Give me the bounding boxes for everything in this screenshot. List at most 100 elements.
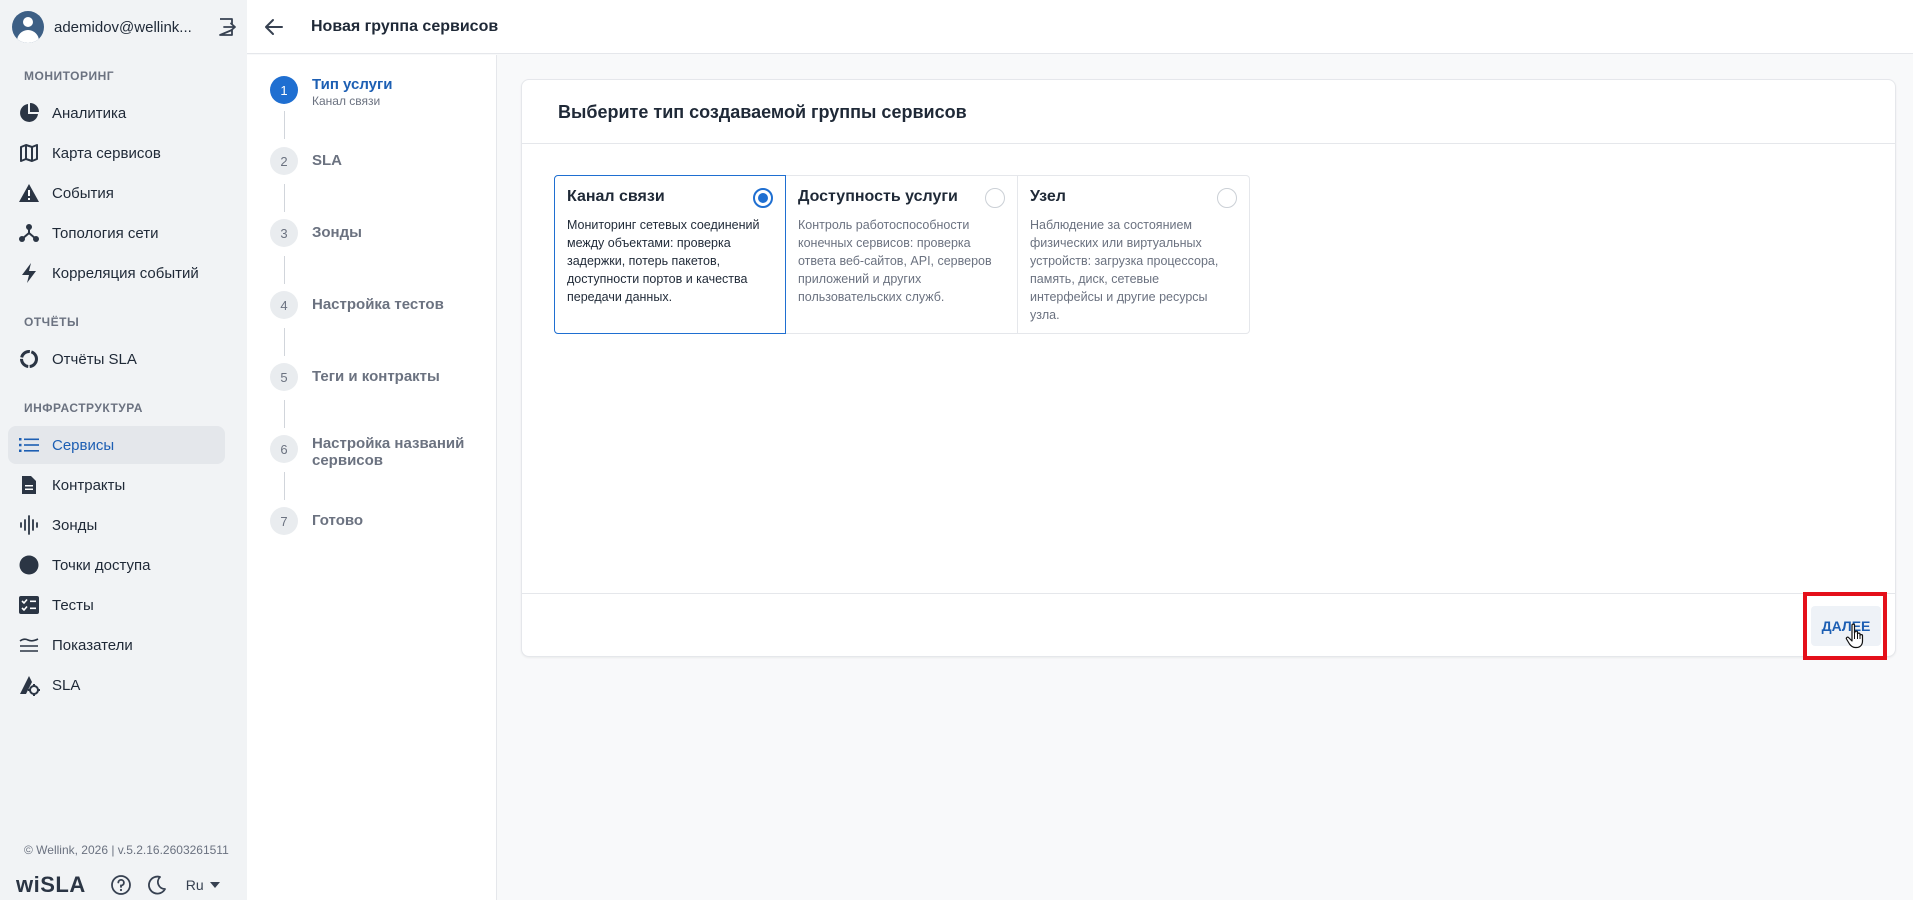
card-title: Выберите тип создаваемой группы сервисов (558, 102, 967, 122)
option-description: Мониторинг сетевых соединений между объе… (567, 218, 760, 304)
help-icon[interactable] (110, 874, 132, 896)
step-connector (284, 111, 285, 139)
step-number: 3 (270, 219, 298, 247)
step-done[interactable]: 7 Готово (270, 507, 363, 535)
step-sublabel: Канал связи (312, 94, 381, 108)
divider (522, 593, 1895, 594)
section-title-infrastructure: ИНФРАСТРУКТУРА (24, 401, 143, 415)
sidebar-item-sla[interactable]: SLA (8, 666, 225, 704)
option-service-availability[interactable]: Доступность услуги Контроль работоспособ… (786, 175, 1018, 334)
step-label: SLA (312, 152, 342, 169)
step-number: 5 (270, 363, 298, 391)
step-label: Зонды (312, 224, 362, 241)
avatar[interactable] (12, 11, 44, 43)
chevron-down-icon (209, 882, 220, 888)
language-label: Ru (185, 877, 204, 893)
step-tags-contracts[interactable]: 5 Теги и контракты (270, 363, 440, 391)
option-title: Канал связи (567, 188, 665, 205)
sidebar-item-label: События (52, 184, 114, 202)
option-description: Наблюдение за состоянием физических или … (1030, 218, 1219, 322)
map-icon (18, 142, 40, 164)
sidebar-item-analytics[interactable]: Аналитика (8, 94, 225, 132)
option-title: Узел (1030, 188, 1066, 205)
sidebar-item-label: Карта сервисов (52, 144, 161, 162)
hand-cursor-icon (1845, 623, 1864, 649)
step-connector (284, 184, 285, 212)
circle-icon (18, 554, 40, 576)
page-title: Новая группа сервисов (311, 17, 499, 35)
step-label: Тип услуги (312, 76, 393, 93)
step-service-type[interactable]: 1 Тип услуги Канал связи (270, 76, 393, 108)
logout-icon[interactable] (217, 17, 237, 37)
header: Новая группа сервисов (247, 0, 1913, 54)
service-type-card: Выберите тип создаваемой группы сервисов… (521, 79, 1896, 657)
brand-logo: wiSLA (16, 872, 86, 897)
step-number: 4 (270, 291, 298, 319)
step-label: Теги и контракты (312, 368, 440, 385)
pie-chart-icon (18, 102, 40, 124)
step-number: 6 (270, 435, 298, 463)
step-connector (284, 328, 285, 356)
sidebar-item-label: Топология сети (52, 224, 159, 242)
back-arrow-icon[interactable] (263, 16, 285, 38)
metrics-icon (18, 634, 40, 656)
step-probes[interactable]: 3 Зонды (270, 219, 362, 247)
copyright: © Wellink, 2026 | v.5.2.16.2603261511 (24, 843, 229, 857)
waveform-icon (18, 514, 40, 536)
radio-button[interactable] (753, 188, 773, 208)
user-row: ademidov@wellink... (12, 10, 237, 44)
sidebar-item-topology[interactable]: Топология сети (8, 214, 225, 252)
moon-icon[interactable] (146, 874, 168, 896)
sidebar-item-service-map[interactable]: Карта сервисов (8, 134, 225, 172)
option-node[interactable]: Узел Наблюдение за состоянием физических… (1018, 175, 1250, 334)
sidebar-item-tests[interactable]: Тесты (8, 586, 225, 624)
radio-button[interactable] (985, 188, 1005, 208)
sidebar-item-label: Аналитика (52, 104, 127, 122)
step-number: 7 (270, 507, 298, 535)
option-link-channel[interactable]: Канал связи Мониторинг сетевых соединени… (554, 175, 786, 334)
divider (522, 143, 1895, 144)
sidebar-item-events[interactable]: События (8, 174, 225, 212)
step-label: Готово (312, 512, 364, 529)
wizard-stepper: 1 Тип услуги Канал связи 2 SLA 3 Зонды 4… (247, 55, 497, 900)
sidebar-item-contracts[interactable]: Контракты (8, 466, 225, 504)
sidebar-item-label: Сервисы (52, 436, 115, 454)
option-description: Контроль работоспособности конечных серв… (798, 218, 992, 304)
radio-button[interactable] (1217, 188, 1237, 208)
step-sla[interactable]: 2 SLA (270, 147, 342, 175)
warning-icon (18, 182, 40, 204)
lightning-icon (18, 262, 40, 284)
step-test-settings[interactable]: 4 Настройка тестов (270, 291, 444, 319)
step-service-names[interactable]: 6 Настройка названий сервисов (270, 435, 472, 469)
checklist-icon (18, 594, 40, 616)
sidebar-bottom-bar: wiSLA Ru (16, 872, 236, 897)
sidebar-item-label: Тесты (52, 596, 94, 614)
sidebar-item-event-correlation[interactable]: Корреляция событий (8, 254, 225, 292)
step-number: 1 (270, 76, 298, 104)
section-title-reports: ОТЧЁТЫ (24, 315, 80, 329)
sidebar-item-label: Точки доступа (52, 556, 151, 574)
document-icon (18, 474, 40, 496)
step-number: 2 (270, 147, 298, 175)
step-label: Настройка тестов (312, 296, 444, 313)
sidebar-item-label: Отчёты SLA (52, 350, 137, 368)
list-icon (18, 434, 40, 456)
sidebar-item-metrics[interactable]: Показатели (8, 626, 225, 664)
sidebar-item-sla-reports[interactable]: Отчёты SLA (8, 340, 225, 378)
sidebar-item-access-points[interactable]: Точки доступа (8, 546, 225, 584)
step-connector (284, 256, 285, 284)
sidebar-item-probes[interactable]: Зонды (8, 506, 225, 544)
sidebar-item-label: Показатели (52, 636, 133, 654)
sla-icon (18, 674, 40, 696)
option-title: Доступность услуги (798, 188, 958, 205)
sidebar-item-label: Зонды (52, 516, 98, 534)
sidebar-item-label: Контракты (52, 476, 126, 494)
sidebar-item-services[interactable]: Сервисы (8, 426, 225, 464)
step-label: Настройка названий сервисов (312, 435, 465, 469)
topology-icon (18, 222, 40, 244)
sidebar-item-label: SLA (52, 676, 81, 694)
step-connector (284, 472, 285, 500)
language-select[interactable]: Ru (186, 877, 220, 893)
donut-icon (18, 348, 40, 370)
service-type-options: Канал связи Мониторинг сетевых соединени… (554, 175, 1250, 334)
